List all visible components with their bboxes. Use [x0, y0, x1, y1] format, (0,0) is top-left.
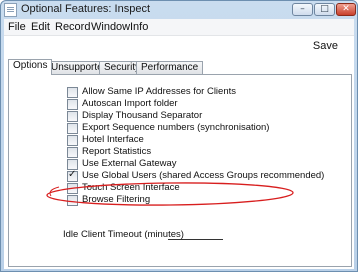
checkbox[interactable]: [67, 147, 78, 158]
menu-window[interactable]: Window: [91, 21, 130, 33]
toolbar: Save: [4, 36, 354, 56]
menu-record[interactable]: Record: [55, 21, 90, 33]
option-label: Autoscan Import folder: [82, 98, 178, 109]
application-window: Optional Features: Inspect – □ ✕ File Ed…: [0, 0, 358, 272]
checkbox[interactable]: [67, 135, 78, 146]
checkbox[interactable]: [67, 111, 78, 122]
option-label: Report Statistics: [82, 146, 152, 157]
checkbox[interactable]: [67, 87, 78, 98]
option-label: Hotel Interface: [82, 134, 144, 145]
menu-edit[interactable]: Edit: [31, 21, 50, 33]
maximize-button[interactable]: □: [314, 3, 335, 16]
checkbox[interactable]: [67, 99, 78, 110]
minimize-icon: –: [300, 4, 305, 14]
maximize-icon: □: [320, 4, 329, 14]
option-label: Use Global Users (shared Access Groups r…: [82, 170, 325, 181]
menu-bar: File Edit Record Window Info: [4, 19, 354, 36]
window-title: Optional Features: Inspect: [21, 3, 151, 15]
close-icon: ✕: [342, 4, 350, 14]
option-label: Use External Gateway: [82, 158, 177, 169]
option-label: Export Sequence numbers (synchronisation…: [82, 122, 270, 133]
checkbox[interactable]: [67, 183, 78, 194]
checkbox[interactable]: [67, 195, 78, 206]
save-button[interactable]: Save: [313, 40, 338, 52]
checkbox-checked[interactable]: [67, 169, 78, 182]
idle-timeout-label: Idle Client Timeout (minutes): [63, 229, 184, 240]
option-label: Touch Screen Interface: [82, 182, 180, 193]
options-panel: Allow Same IP Addresses for Clients Auto…: [8, 74, 352, 267]
idle-timeout-field[interactable]: [168, 227, 223, 240]
option-label: Display Thousand Separator: [82, 110, 203, 121]
minimize-button[interactable]: –: [292, 3, 313, 16]
tab-strip: Options Unsupported Security Performance: [8, 59, 350, 75]
option-label: Allow Same IP Addresses for Clients: [82, 86, 237, 97]
option-label: Browse Filtering: [82, 194, 151, 205]
tab-options[interactable]: Options: [8, 59, 53, 75]
title-bar[interactable]: Optional Features: Inspect – □ ✕: [1, 1, 357, 19]
menu-file[interactable]: File: [8, 21, 26, 33]
menu-info[interactable]: Info: [130, 21, 148, 33]
close-button[interactable]: ✕: [336, 3, 356, 16]
app-window-icon: [4, 3, 17, 17]
window-content: File Edit Record Window Info Save Option…: [4, 19, 354, 269]
tab-performance[interactable]: Performance: [136, 61, 204, 74]
checkbox[interactable]: [67, 123, 78, 134]
